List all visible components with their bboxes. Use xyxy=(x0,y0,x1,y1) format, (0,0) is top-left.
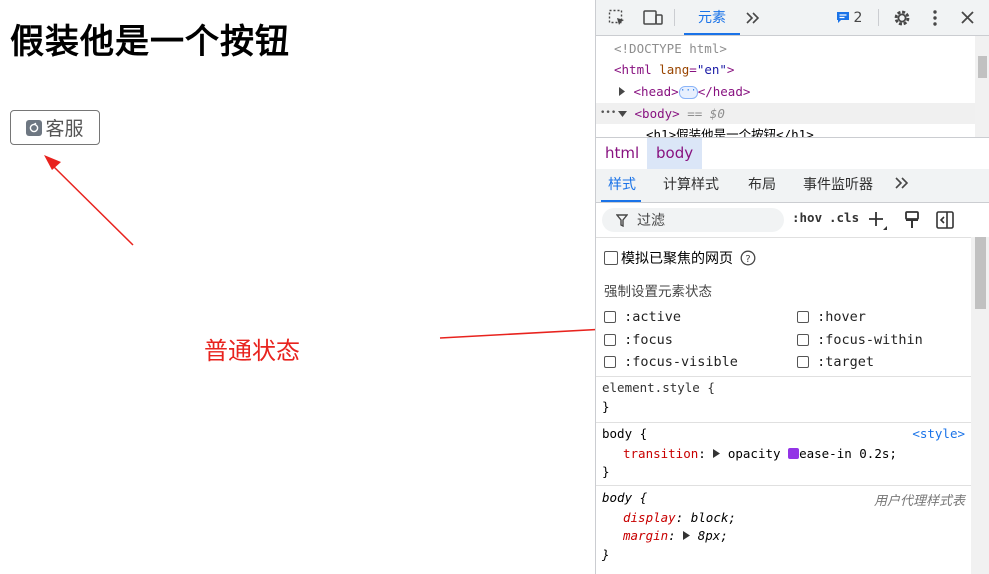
expand-triangle-icon[interactable] xyxy=(713,449,721,458)
paint-brush-icon[interactable] xyxy=(904,211,920,233)
devtools-panel: 元素 2 <!DOCTYPE html> <html lang="en"> <h… xyxy=(595,0,989,574)
page-heading: 假装他是一个按钮 xyxy=(10,22,290,62)
emulate-focus-row[interactable]: 模拟已聚焦的网页 ? xyxy=(604,248,756,268)
doctype-node[interactable]: <!DOCTYPE html> xyxy=(614,38,727,59)
display-declaration: display: block; xyxy=(623,510,736,525)
more-style-tabs-icon[interactable] xyxy=(895,169,909,202)
more-options-icon[interactable] xyxy=(924,0,946,35)
ua-body-selector: body { xyxy=(602,490,648,505)
element-style-selector: element.style { xyxy=(602,380,715,395)
head-node[interactable]: <head>···</head> xyxy=(618,81,750,102)
tab-layout[interactable]: 布局 xyxy=(748,169,776,202)
filter-input[interactable]: 过滤 xyxy=(602,208,784,232)
styles-scrollbar[interactable] xyxy=(971,237,989,574)
help-icon[interactable]: ? xyxy=(740,250,756,266)
easing-swatch-icon[interactable] xyxy=(788,448,800,459)
collapsed-ellipsis[interactable]: ··· xyxy=(678,86,698,99)
tab-styles[interactable]: 样式 xyxy=(601,169,641,202)
tab-event-listeners[interactable]: 事件监听器 xyxy=(803,169,873,202)
force-state-heading: 强制设置元素状态 xyxy=(604,284,712,300)
annotation-label: 普通状态 xyxy=(204,337,300,365)
tab-computed[interactable]: 计算样式 xyxy=(663,169,719,202)
h1-node[interactable]: <h1>假装他是一个按钮</h1> xyxy=(646,124,814,137)
customer-service-label: 客服 xyxy=(45,118,84,140)
body-selector: body { xyxy=(602,426,648,441)
element-states-panel: 模拟已聚焦的网页 ? 强制设置元素状态 :active :hover :focu… xyxy=(596,238,971,376)
customer-service-button[interactable]: 客服 xyxy=(10,110,100,145)
state-focus-within[interactable]: :focus-within xyxy=(797,332,923,348)
rule-element-style[interactable]: element.style { } xyxy=(596,376,971,422)
styles-filter-bar: 过滤 :hov .cls xyxy=(596,203,989,238)
breadcrumb: html body xyxy=(596,137,989,170)
emulate-focus-label: 模拟已聚焦的网页 xyxy=(621,251,733,267)
hov-toggle[interactable]: :hov xyxy=(792,210,822,225)
dom-tree: <!DOCTYPE html> <html lang="en"> <head>·… xyxy=(596,36,989,137)
user-agent-source: 用户代理样式表 xyxy=(873,494,965,509)
rule-body-author[interactable]: body { <style> transition: opacity ease-… xyxy=(596,422,971,485)
breadcrumb-html[interactable]: html xyxy=(596,138,648,169)
transition-declaration[interactable]: transition: opacity ease-in 0.2s; xyxy=(623,446,897,461)
inspect-icon[interactable] xyxy=(602,0,632,35)
state-active[interactable]: :active xyxy=(604,309,681,325)
emulate-focus-checkbox[interactable] xyxy=(604,251,618,265)
devtools-toolbar: 元素 2 xyxy=(596,0,989,36)
new-rule-plus-icon[interactable] xyxy=(868,211,888,235)
expand-triangle-icon[interactable] xyxy=(618,87,626,96)
device-toggle-icon[interactable] xyxy=(638,0,668,35)
close-icon[interactable] xyxy=(954,0,980,35)
state-target[interactable]: :target xyxy=(797,354,874,370)
svg-text:?: ? xyxy=(745,254,750,265)
tab-elements[interactable]: 元素 xyxy=(684,0,740,35)
state-hover[interactable]: :hover xyxy=(797,309,866,325)
filter-icon xyxy=(616,213,628,227)
body-node-selected[interactable]: ••• <body> == $0 xyxy=(596,103,975,124)
dom-scrollbar[interactable] xyxy=(975,36,989,137)
element-style-close: } xyxy=(602,399,610,414)
message-icon xyxy=(836,12,849,23)
ua-body-close: } xyxy=(602,547,610,562)
styles-tabbar: 样式 计算样式 布局 事件监听器 xyxy=(596,169,989,203)
filter-placeholder: 过滤 xyxy=(637,213,665,229)
rule-body-user-agent[interactable]: body { 用户代理样式表 display: block; margin: 8… xyxy=(596,485,971,566)
toggle-sidebar-icon[interactable] xyxy=(936,211,954,233)
more-tabs-icon[interactable] xyxy=(742,0,764,35)
state-focus-visible[interactable]: :focus-visible xyxy=(604,354,738,370)
style-source-link[interactable]: <style> xyxy=(912,426,965,441)
expand-triangle-icon[interactable] xyxy=(683,531,691,540)
issues-button[interactable]: 2 xyxy=(829,0,869,35)
page-preview: 假装他是一个按钮 客服 普通状态 xyxy=(0,0,595,574)
html-node[interactable]: <html lang="en"> xyxy=(614,59,734,80)
state-focus[interactable]: :focus xyxy=(604,332,673,348)
breadcrumb-body[interactable]: body xyxy=(647,138,703,169)
body-author-close: } xyxy=(602,464,610,479)
margin-declaration: margin: 8px; xyxy=(623,528,728,543)
cls-toggle[interactable]: .cls xyxy=(829,210,859,225)
settings-gear-icon[interactable] xyxy=(888,0,916,35)
service-icon xyxy=(26,119,43,136)
issues-count: 2 xyxy=(853,9,863,26)
collapse-triangle-icon[interactable] xyxy=(618,110,627,118)
